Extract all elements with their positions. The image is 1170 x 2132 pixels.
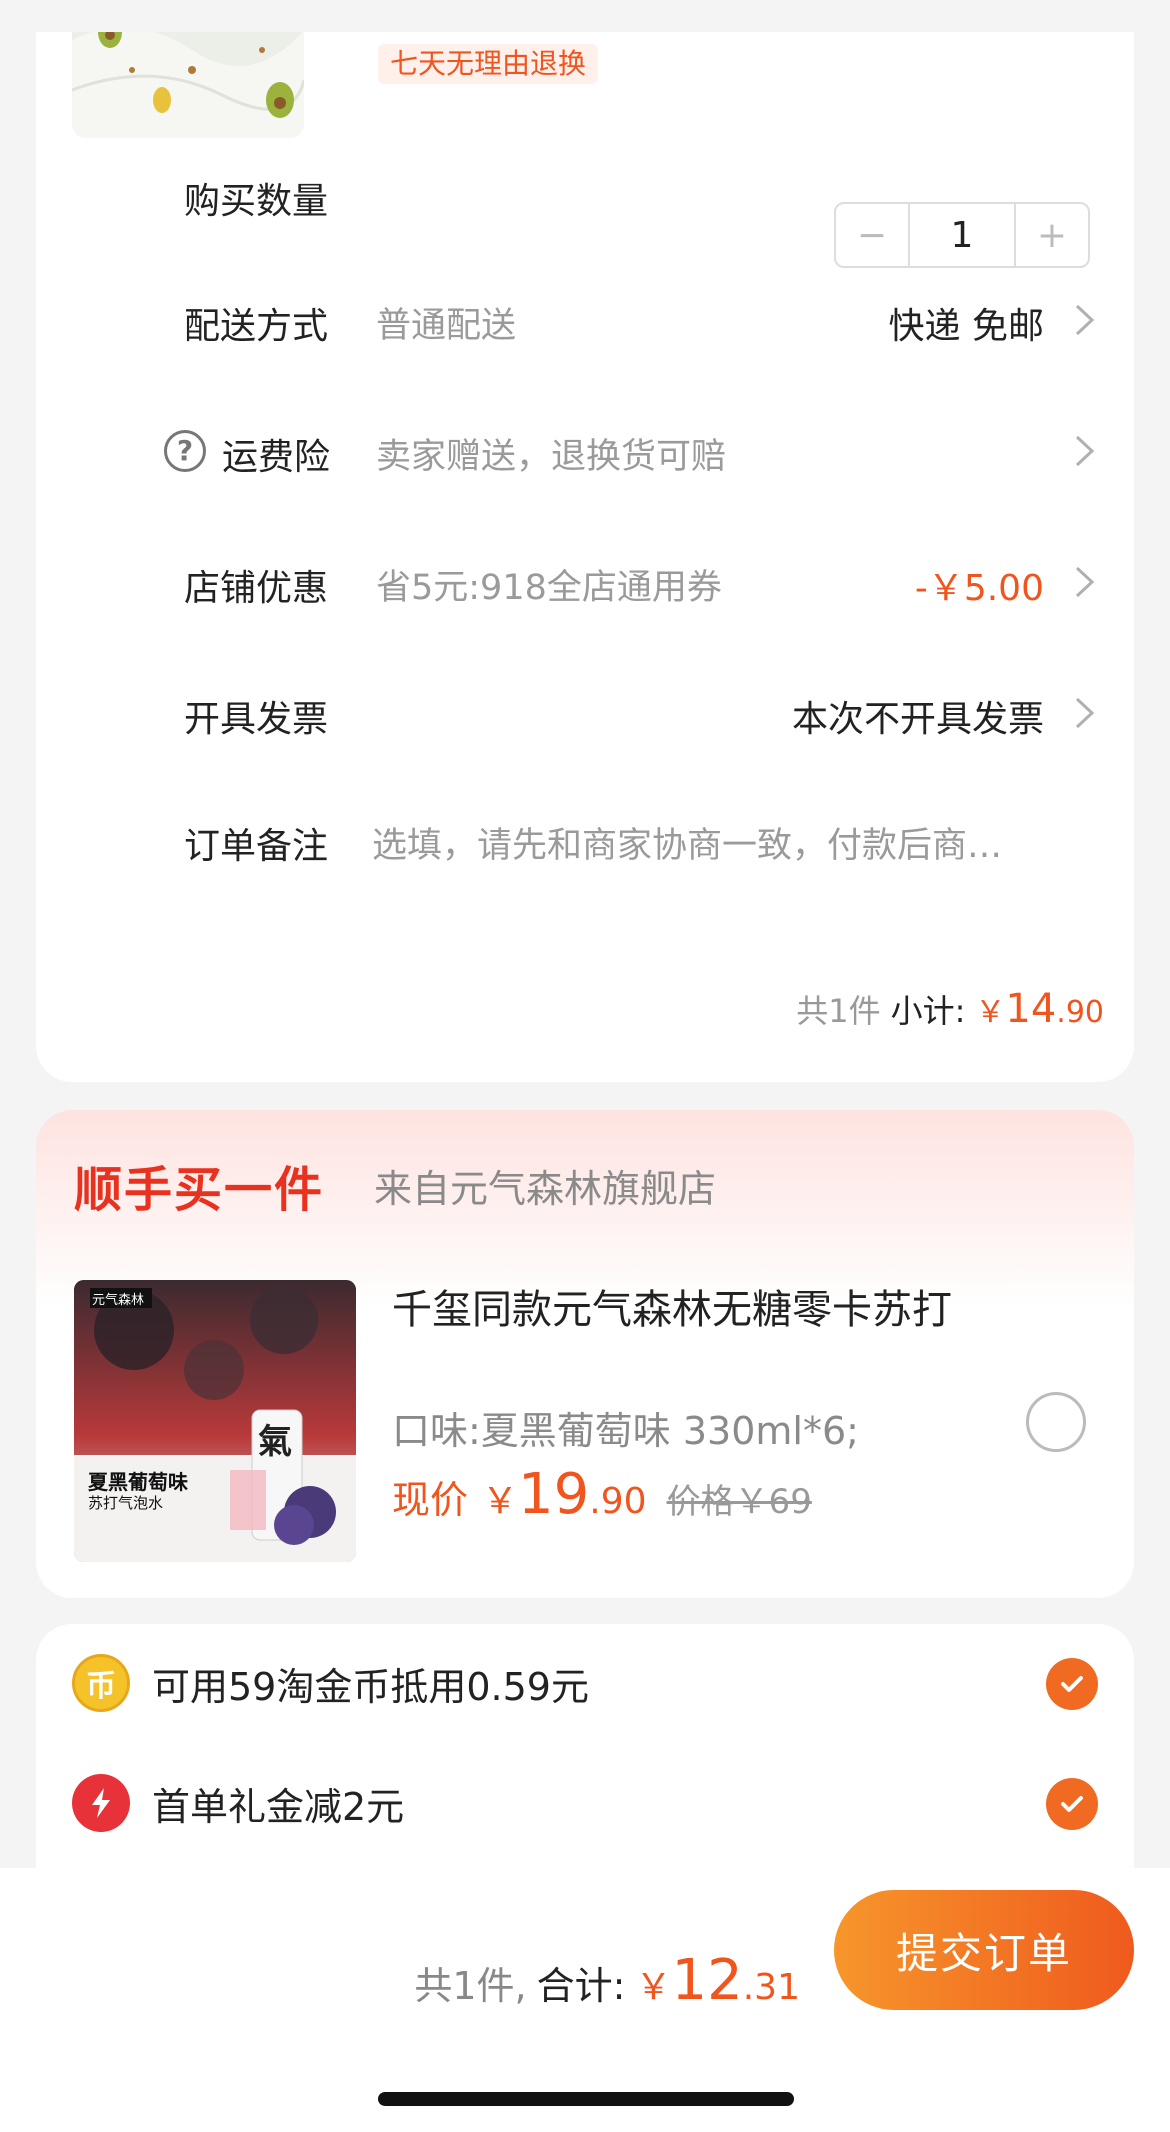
quantity-input[interactable]: 1 bbox=[908, 204, 1016, 266]
subtotal-count: 共1件 bbox=[796, 992, 881, 1030]
subtotal: 共1件 小计: ￥14.90 bbox=[796, 986, 1104, 1032]
order-note-label: 订单备注 bbox=[184, 826, 329, 867]
addon-image-can-char: 氣 bbox=[258, 1422, 292, 1462]
coins-checkmark-icon[interactable] bbox=[1046, 1658, 1098, 1710]
quantity-plus-button[interactable]: + bbox=[1016, 204, 1088, 266]
subtotal-currency: ￥ bbox=[975, 995, 1006, 1030]
total-currency: ￥ bbox=[635, 1967, 672, 2008]
coin-icon: 币 bbox=[72, 1654, 130, 1712]
addon-product-image[interactable]: 元气森林 氣 夏黑葡萄味 苏打气泡水 bbox=[74, 1280, 356, 1562]
subtotal-label: 小计: bbox=[890, 992, 966, 1030]
first-order-text: 首单礼金减2元 bbox=[152, 1784, 405, 1829]
insurance-label: 运费险 bbox=[222, 437, 331, 478]
total-int: 12 bbox=[671, 1948, 743, 2013]
return-policy-tag: 七天无理由退换 bbox=[378, 44, 599, 84]
subtotal-int: 14 bbox=[1005, 986, 1057, 1032]
addon-price-currency: ￥ bbox=[482, 1481, 519, 1522]
addon-price-label: 现价 bbox=[392, 1478, 469, 1522]
coins-text: 可用59淘金币抵用0.59元 bbox=[152, 1664, 589, 1709]
addon-old-price: 价格￥69 bbox=[666, 1482, 812, 1522]
order-note-input[interactable]: 选填，请先和商家协商一致，付款后商… bbox=[372, 817, 1102, 868]
addon-product-spec: 口味:夏黑葡萄味 330ml*6; bbox=[392, 1409, 859, 1453]
submit-order-button[interactable]: 提交订单 bbox=[834, 1890, 1134, 2010]
subtotal-amount: ￥14.90 bbox=[975, 986, 1104, 1032]
addon-price: 现价 ￥19.90 价格￥69 bbox=[392, 1462, 812, 1527]
first-order-checkmark-icon[interactable] bbox=[1046, 1778, 1098, 1830]
order-total: 共1件, 合计: ￥12.31 bbox=[414, 1948, 800, 2013]
quantity-minus-button[interactable]: − bbox=[836, 204, 908, 266]
checkout-bar: 共1件, 合计: ￥12.31 提交订单 bbox=[0, 1868, 1170, 2132]
insurance-value: 卖家赠送，退换货可赔 bbox=[376, 437, 727, 477]
first-order-row[interactable]: 首单礼金减2元 bbox=[72, 1774, 404, 1832]
invoice-value: 本次不开具发票 bbox=[791, 699, 1044, 740]
chevron-right-icon bbox=[1072, 693, 1098, 733]
order-card: 七天无理由退换 购买数量 − 1 + 配送方式 普通配送 快递 免邮 ? 运费险… bbox=[36, 0, 1134, 1082]
shop-discount-label: 店铺优惠 bbox=[184, 568, 329, 609]
coin-icon-char: 币 bbox=[86, 1669, 116, 1704]
lightning-icon bbox=[72, 1774, 130, 1832]
addon-title: 顺手买一件 bbox=[74, 1162, 325, 1218]
coins-row[interactable]: 币 可用59淘金币抵用0.59元 bbox=[72, 1654, 589, 1712]
shop-discount-value: 省5元:918全店通用券 bbox=[376, 568, 722, 608]
total-count: 共1件, bbox=[414, 1964, 527, 2008]
delivery-method: 快递 免邮 bbox=[888, 306, 1044, 347]
addon-image-flavor: 夏黑葡萄味 bbox=[88, 1470, 188, 1494]
addon-image-brand: 元气森林 bbox=[92, 1293, 145, 1308]
addon-product-name[interactable]: 千玺同款元气森林无糖零卡苏打 bbox=[392, 1282, 952, 1338]
addon-price-int: 19 bbox=[518, 1462, 590, 1527]
quantity-label: 购买数量 bbox=[184, 181, 329, 222]
question-icon[interactable]: ? bbox=[164, 430, 206, 472]
addon-image-sub: 苏打气泡水 bbox=[88, 1494, 164, 1512]
addon-price-dec: .90 bbox=[589, 1481, 647, 1522]
subtotal-dec: .90 bbox=[1056, 995, 1104, 1030]
quantity-stepper: − 1 + bbox=[834, 202, 1090, 268]
home-indicator bbox=[378, 2092, 794, 2106]
delivery-label: 配送方式 bbox=[184, 306, 329, 347]
invoice-label: 开具发票 bbox=[184, 699, 329, 740]
addon-current-price: ￥19.90 bbox=[482, 1462, 647, 1527]
addon-shop[interactable]: 来自元气森林旗舰店 bbox=[374, 1158, 716, 1213]
total-dec: .31 bbox=[742, 1967, 800, 2008]
addon-select-radio[interactable] bbox=[1026, 1392, 1086, 1452]
addon-card: 顺手买一件 来自元气森林旗舰店 元气森林 氣 夏黑葡萄味 苏打气泡水 千玺同款元… bbox=[36, 1110, 1134, 1598]
delivery-value: 普通配送 bbox=[376, 306, 517, 346]
total-label: 合计: bbox=[536, 1964, 626, 2008]
chevron-right-icon bbox=[1072, 300, 1098, 340]
total-amount: ￥12.31 bbox=[635, 1948, 800, 2013]
top-status-strip bbox=[0, 0, 1170, 32]
chevron-right-icon bbox=[1072, 431, 1098, 471]
chevron-right-icon bbox=[1072, 562, 1098, 602]
shop-discount-amount: -￥5.00 bbox=[914, 568, 1044, 609]
